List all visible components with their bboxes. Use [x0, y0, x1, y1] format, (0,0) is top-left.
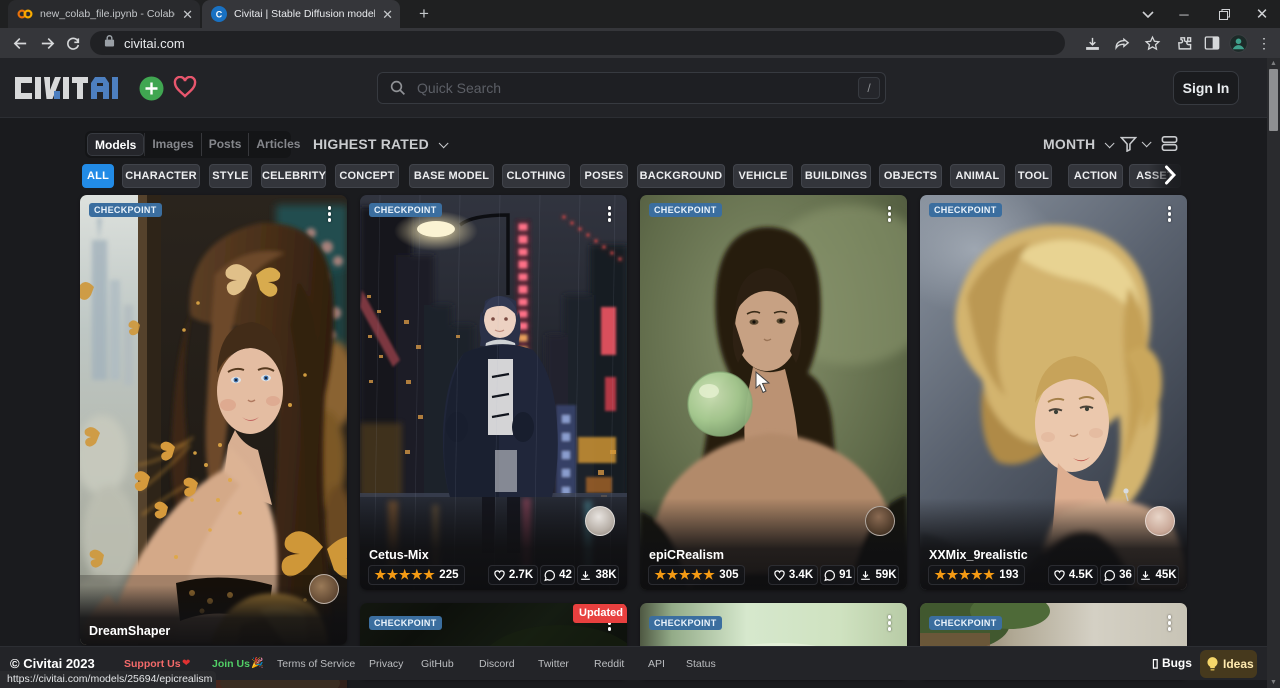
svg-text:C: C [216, 10, 223, 20]
